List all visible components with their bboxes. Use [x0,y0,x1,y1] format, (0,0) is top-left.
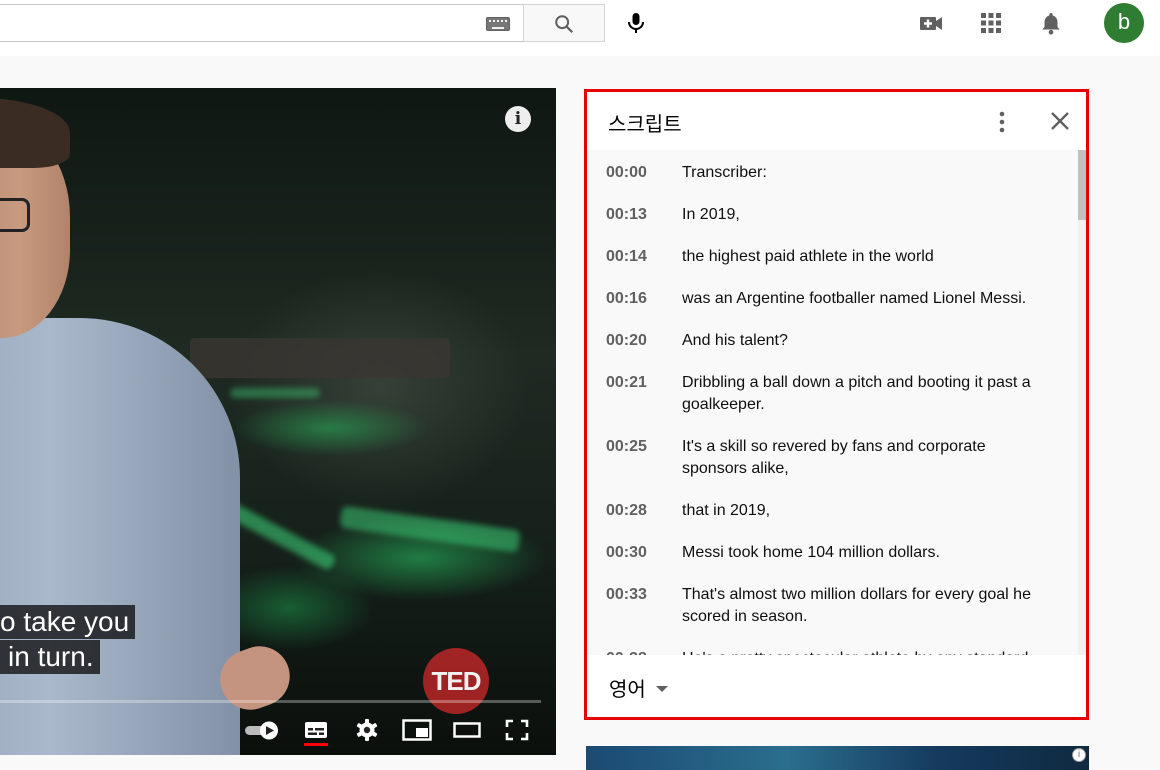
transcript-panel: 스크립트 00:00 Transcriber: 00:13 In 2019, 00:14… [584,89,1089,720]
segment-timestamp: 00:25 [606,438,647,455]
language-label: 영어 [609,679,646,701]
ad-thumbnail[interactable] [586,746,1089,770]
segment-timestamp: 00:20 [606,332,647,349]
bell-icon [1042,13,1060,35]
transcript-segment[interactable]: 00:25 It's a skill so revered by fans and… [587,432,1086,496]
video-player[interactable]: i o take you in turn. TED [0,88,556,755]
transcript-segment[interactable]: 00:30 Messi took home 104 million dollars… [587,538,1086,580]
fullscreen-button[interactable] [504,716,530,744]
segment-timestamp: 00:28 [606,502,647,519]
keyboard-icon[interactable] [486,17,510,31]
segment-text: that in 2019, [682,502,771,519]
info-icon[interactable]: i [505,106,531,132]
transcript-segment[interactable]: 00:38He's a pretty spectacular athlete b… [587,644,1086,655]
caption-line: in turn. [0,640,100,674]
scrollbar[interactable] [1078,150,1086,655]
search-icon [555,15,574,34]
segment-text: Transcriber: [682,164,767,181]
segment-text: Messi took home 104 million dollars. [682,544,940,561]
segment-text: the highest paid athlete in the world [682,248,934,265]
theater-mode-button[interactable] [452,716,482,744]
search-input[interactable] [0,4,524,42]
miniplayer-icon [402,719,432,741]
segment-text: That's almost two million dollars for ev… [682,586,1031,625]
more-options-button[interactable] [988,108,1016,136]
autoplay-toggle-icon [245,721,278,740]
mic-icon [628,13,644,33]
transcript-segment[interactable]: 00:00 Transcriber: [587,158,1086,200]
notifications-button[interactable] [1037,9,1065,37]
transcript-segment[interactable]: 00:13 In 2019, [587,200,1086,242]
settings-icon [356,719,378,741]
close-button[interactable] [1047,108,1073,134]
video-captions: o take you in turn. [0,605,136,675]
transcript-segment[interactable]: 00:14 the highest paid athlete in the wor… [587,242,1086,284]
panel-title: 스크립트 [608,114,682,136]
avatar[interactable]: b [1104,3,1144,43]
segment-text: It's a skill so revered by fans and corp… [682,438,986,477]
transcript-list[interactable]: 00:00 Transcriber: 00:13 In 2019, 00:14 the h… [587,150,1086,655]
video-create-icon [920,17,942,30]
segment-text: And his talent? [682,332,788,349]
segment-timestamp: 00:21 [606,374,647,391]
transcript-segment[interactable]: 00:21 Dribbling a ball down a pitch and b… [587,368,1086,432]
settings-button[interactable] [353,716,381,744]
language-select[interactable]: 영어 [609,673,668,702]
background-light [339,505,521,553]
transcript-footer: 영어 [587,655,1086,717]
scrollbar-thumb[interactable] [1078,150,1086,220]
autoplay-toggle[interactable] [243,716,281,744]
close-icon [1051,112,1069,130]
ted-logo: TED [423,648,489,714]
miniplayer-button[interactable] [401,716,433,744]
segment-timestamp: 00:33 [606,586,647,603]
caret-down-icon [655,685,668,692]
segment-text: Dribbling a ball down a pitch and bootin… [682,374,1031,413]
segment-timestamp: 00:00 [606,164,647,181]
fullscreen-icon [505,719,529,741]
subtitles-button[interactable] [302,716,330,744]
segment-timestamp: 00:13 [606,206,647,223]
segment-text: In 2019, [682,206,740,223]
segment-timestamp: 00:14 [606,248,647,265]
segment-timestamp: 00:16 [606,290,647,307]
apps-button[interactable] [977,9,1005,37]
ad-info-icon[interactable]: i [1072,748,1086,762]
apps-grid-icon [981,13,1001,33]
segment-text: was an Argentine footballer named Lionel… [682,290,1027,307]
segment-timestamp: 00:30 [606,544,647,561]
voice-search-button[interactable] [617,4,655,42]
transcript-header: 스크립트 [587,92,1086,150]
transcript-segment[interactable]: 00:16 was an Argentine footballer named L… [587,284,1086,326]
caption-line: o take you [0,605,136,639]
transcript-segment[interactable]: 00:33 That's almost two million dollars f… [587,580,1086,644]
progress-bar[interactable] [0,700,541,703]
search-button[interactable] [523,4,605,42]
background-light [230,388,320,398]
segment-timestamp: 00:38 [587,648,682,655]
segment-text: He's a pretty spectacular athlete by any… [682,648,1052,655]
subtitles-icon [305,722,327,738]
transcript-segment[interactable]: 00:28 that in 2019, [587,496,1086,538]
masthead: b [0,0,1160,56]
more-vert-icon [999,111,1005,133]
create-video-button[interactable] [917,9,945,37]
background-light [223,500,337,572]
theater-mode-icon [453,722,481,738]
transcript-segment[interactable]: 00:20 And his talent? [587,326,1086,368]
subtitles-active-indicator [304,743,328,746]
